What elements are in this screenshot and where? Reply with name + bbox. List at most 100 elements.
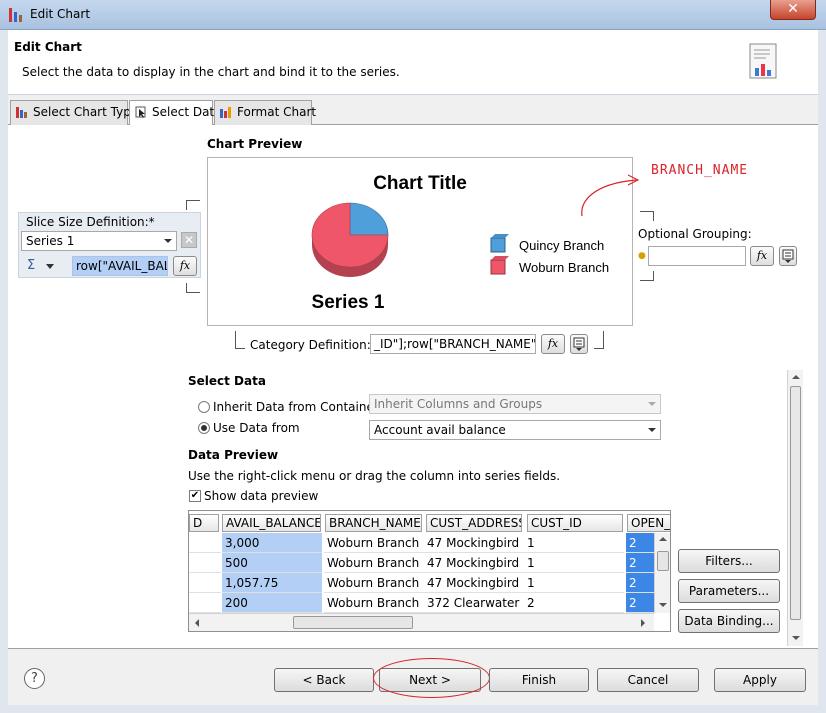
- show-preview-checkbox[interactable]: ✔: [189, 490, 201, 502]
- category-expression-input[interactable]: _ID"];row["BRANCH_NAME"]: [370, 334, 536, 354]
- apply-button[interactable]: Apply: [714, 668, 806, 692]
- select-data-label: Select Data: [188, 374, 266, 388]
- table-cell: 200: [222, 593, 322, 613]
- scroll-up-icon[interactable]: [792, 375, 800, 379]
- legend-swatch-top: [491, 256, 509, 260]
- category-definition-label: Category Definition:*: [250, 338, 377, 352]
- chart-app-icon: [9, 8, 22, 22]
- back-button[interactable]: < Back: [274, 668, 374, 692]
- slice-expression-input[interactable]: row["AVAIL_BALA: [72, 256, 168, 276]
- scroll-thumb[interactable]: [790, 386, 801, 620]
- scroll-right-icon[interactable]: [641, 619, 645, 627]
- tab-select-data[interactable]: Select Data: [129, 100, 222, 126]
- table-cell: 2: [626, 553, 654, 573]
- data-preview-label: Data Preview: [188, 448, 279, 462]
- scroll-left-icon[interactable]: [195, 619, 199, 627]
- table-cell: Woburn Branch: [324, 573, 424, 593]
- column-header[interactable]: CUST_ID: [527, 514, 623, 532]
- column-header[interactable]: OPEN_E: [627, 514, 670, 532]
- table-cell: Woburn Branch: [324, 533, 424, 553]
- category-fx-button[interactable]: fx: [541, 334, 565, 354]
- finish-button[interactable]: Finish: [489, 668, 589, 692]
- grid-horizontal-scrollbar[interactable]: [189, 613, 654, 631]
- data-source-select[interactable]: Account avail balance: [369, 420, 661, 440]
- grouping-fx-button[interactable]: fx: [750, 246, 774, 266]
- tab-label: Format Chart: [237, 105, 317, 119]
- scroll-down-icon[interactable]: [659, 603, 667, 607]
- sigma-icon[interactable]: Σ: [27, 258, 35, 273]
- table-cell: Woburn Branch: [324, 553, 424, 573]
- legend-label: Quincy Branch: [519, 238, 604, 253]
- scroll-down-icon[interactable]: [792, 636, 800, 640]
- slice-bracket-bottom: [186, 283, 200, 293]
- inherit-columns-value: Inherit Columns and Groups: [374, 397, 543, 411]
- delete-series-icon[interactable]: ✕: [181, 232, 197, 248]
- window-titlebar: Edit Chart ✕: [0, 0, 826, 30]
- column-header[interactable]: BRANCH_NAME: [325, 514, 422, 532]
- legend-swatch: [490, 237, 506, 253]
- scroll-thumb[interactable]: [293, 616, 413, 629]
- scroll-thumb[interactable]: [657, 551, 669, 571]
- table-cell: 1: [524, 533, 624, 553]
- tab-format-chart[interactable]: Format Chart: [214, 100, 316, 125]
- chevron-down-icon: [164, 239, 172, 243]
- table-cell: 2: [524, 593, 624, 613]
- pie-chart: Chart Title Series 1 Quincy Branch Woburn B…: [312, 173, 610, 313]
- column-header[interactable]: AVAIL_BALANCE: [222, 514, 321, 532]
- bar-chart-icon: [16, 107, 27, 118]
- use-data-label[interactable]: Use Data from: [213, 421, 300, 435]
- grouping-bracket-top: [640, 211, 654, 221]
- inherit-data-radio[interactable]: [198, 401, 210, 413]
- next-highlight-circle: [373, 658, 490, 698]
- category-bracket-left: [235, 331, 245, 349]
- format-chart-icon: [220, 107, 231, 118]
- window-title: Edit Chart: [30, 7, 91, 21]
- parameters-button[interactable]: Parameters...: [678, 579, 780, 603]
- grouping-options-icon[interactable]: [779, 246, 797, 266]
- data-cursor-icon: [135, 106, 146, 118]
- panel-vertical-scrollbar[interactable]: [787, 370, 803, 646]
- legend-swatch-top: [491, 234, 509, 238]
- series-select[interactable]: Series 1: [21, 231, 177, 251]
- help-icon[interactable]: ?: [24, 668, 45, 689]
- slice-size-label: Slice Size Definition:*: [26, 215, 155, 229]
- table-cell: 3,000: [222, 533, 322, 553]
- grid-vertical-scrollbar[interactable]: [654, 533, 670, 613]
- chart-title: Chart Title: [373, 173, 467, 194]
- filters-button[interactable]: Filters...: [678, 549, 780, 573]
- table-cell: 1,057.75: [222, 573, 322, 593]
- data-preview-grid: D AVAIL_BALANCE BRANCH_NAME CUST_ADDRESS…: [188, 510, 671, 632]
- scroll-up-icon[interactable]: [659, 537, 667, 541]
- category-options-icon[interactable]: [570, 334, 588, 354]
- category-bracket-right: [594, 331, 604, 349]
- annotation-text: BRANCH_NAME: [651, 163, 749, 178]
- series-select-value: Series 1: [26, 234, 75, 248]
- chevron-down-icon: [648, 402, 656, 406]
- slice-fx-button[interactable]: fx: [173, 256, 197, 276]
- cancel-button[interactable]: Cancel: [597, 668, 699, 692]
- header-title: Edit Chart: [14, 40, 82, 54]
- table-cell: [189, 533, 221, 553]
- chart-preview-label: Chart Preview: [207, 137, 303, 151]
- column-header[interactable]: CUST_ADDRESS: [426, 514, 522, 532]
- tab-select-chart-type[interactable]: Select Chart Type: [10, 100, 138, 125]
- close-window-button[interactable]: ✕: [770, 0, 816, 20]
- show-preview-label[interactable]: Show data preview: [204, 489, 318, 503]
- chevron-down-icon: [648, 428, 656, 432]
- legend-swatch: [490, 259, 506, 275]
- optional-grouping-input[interactable]: [648, 246, 746, 266]
- lightbulb-icon: ●: [638, 251, 646, 261]
- table-cell: [189, 593, 221, 613]
- inherit-data-label[interactable]: Inherit Data from Container: [213, 400, 379, 414]
- table-cell: 1: [524, 573, 624, 593]
- table-cell: 2: [626, 573, 654, 593]
- aggregate-dropdown-icon[interactable]: [46, 264, 54, 269]
- data-binding-button[interactable]: Data Binding...: [678, 609, 780, 633]
- table-cell: 1: [524, 553, 624, 573]
- header-subtitle: Select the data to display in the chart …: [22, 65, 400, 79]
- use-data-radio[interactable]: [198, 422, 210, 434]
- optional-grouping-label: Optional Grouping:: [638, 227, 752, 241]
- table-cell: 500: [222, 553, 322, 573]
- column-header[interactable]: D: [189, 514, 219, 532]
- chart-wizard-icon: [749, 43, 777, 79]
